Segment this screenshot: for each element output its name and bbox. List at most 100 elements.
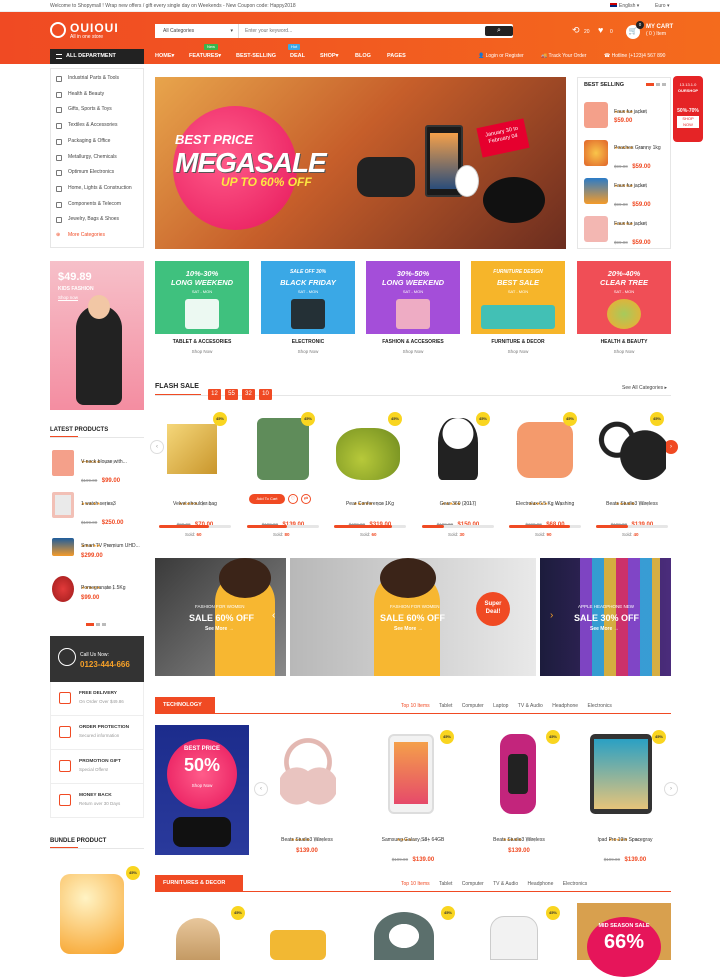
towel-image[interactable] xyxy=(270,930,326,960)
hero-pagination[interactable] xyxy=(341,238,377,249)
latest-product[interactable]: ★★★★★ ( 20 ) V-neck blouse with... $199.… xyxy=(50,448,144,484)
tech-product[interactable]: 45% ★★★★☆ ( 58 ) Samsung Galaxy S8+ 64GB… xyxy=(368,730,458,863)
sidebar-item-components[interactable]: Components & Telecom xyxy=(51,197,145,213)
product-name[interactable]: Beats Studio3 Wireless xyxy=(474,837,564,843)
flash-product[interactable]: 45% ★★★★★ ( 10 ) Gear 360 (2017) $199.00… xyxy=(418,412,498,544)
search-category-select[interactable]: All Categories ▾ xyxy=(155,24,239,38)
all-department-button[interactable]: ALL DEPARTMENT xyxy=(50,49,144,64)
tab-electronics[interactable]: Electronics xyxy=(587,703,611,709)
tab-headphone[interactable]: Headphone xyxy=(528,881,554,887)
latest-product[interactable]: ★★★★★ ( 10 ) 1 watch series3 $199.00 $25… xyxy=(50,490,144,526)
kids-shop-link[interactable]: Shop now xyxy=(58,295,78,300)
best-selling-item[interactable]: ★★★★★ ( 40 ) Faux fur jacket $99.00 $59.… xyxy=(578,172,672,210)
chevron-right-icon[interactable]: › xyxy=(550,610,553,621)
category-fashion[interactable]: 30%-50% LONG WEEKEND SAT - MON FASHION & A… xyxy=(366,261,460,363)
technology-promo-banner[interactable]: BEST PRICE 50% Shop Now xyxy=(155,725,249,855)
language-selector[interactable]: English ▾ xyxy=(610,0,639,12)
promo-banner-fashion-wide[interactable]: FASHION FOR WOMEN SALE 60% OFF See More … xyxy=(272,558,536,676)
best-selling-item[interactable]: ★★★★★ ( 40 ) Peaches Granny 1kg $99.00 $… xyxy=(578,134,672,172)
kids-fashion-banner[interactable]: $49.89 KIDS FASHION Shop now xyxy=(50,261,144,410)
add-to-cart-button[interactable]: Add To Cart xyxy=(249,494,285,504)
shop-now-link[interactable]: Shop Now xyxy=(261,349,355,354)
category-label[interactable]: ELECTRONIC xyxy=(261,339,355,345)
shop-now-link[interactable]: Shop Now xyxy=(366,349,460,354)
tab-tablet[interactable]: Tablet xyxy=(439,881,452,887)
product-name[interactable]: Smart TV Premium UHD... xyxy=(81,543,140,549)
spa-product-image[interactable] xyxy=(60,874,124,954)
category-electronic[interactable]: SALE OFF 30% BLACK FRIDAY SAT - MON ELECTR… xyxy=(261,261,355,363)
tech-product[interactable]: 45% ★★★★★ ( 20 ) Beats Studio3 Wireless … xyxy=(474,730,564,858)
heart-icon[interactable]: ♥ xyxy=(598,25,603,35)
tab-electronics[interactable]: Electronics xyxy=(563,881,587,887)
product-name[interactable]: Faux fur jacket xyxy=(614,221,647,227)
search-button[interactable]: ⌕ xyxy=(485,26,513,36)
tech-product[interactable]: ★★★★★ ( 10 ) Beats Studio3 Wireless $139… xyxy=(262,730,352,858)
tab-tv-audio[interactable]: TV & Audio xyxy=(493,881,518,887)
nav-blog[interactable]: BLOG xyxy=(355,49,371,64)
nav-shop[interactable]: SHOP▾ xyxy=(320,49,338,64)
latest-product[interactable]: ★★★★★ ( 40 ) Pomegranate 1.5Kg $99.00 xyxy=(50,574,144,610)
best-selling-item[interactable]: ★★★★★ ( 40 ) Faux fur jacket $99.00 $59.… xyxy=(578,210,672,248)
product-name[interactable]: Pomegranate 1.5Kg xyxy=(81,585,125,591)
mid-season-sale-banner[interactable]: MID SEASON SALE 66% xyxy=(577,903,671,977)
sidebar-item-metallurgy[interactable]: Metallurgy, Chemicals xyxy=(51,150,145,166)
stool-image[interactable] xyxy=(176,918,220,960)
nav-deal[interactable]: DEAL xyxy=(290,49,305,64)
product-name[interactable]: Peaches Granny 1kg xyxy=(614,145,661,151)
product-name[interactable]: 1 watch series3 xyxy=(81,501,116,507)
flash-product[interactable]: 45% ★★★★★ ( 10 ) Beats Studio3 Wireless … xyxy=(592,412,672,544)
sidebar-item-health[interactable]: Health & Beauty xyxy=(51,87,145,103)
category-label[interactable]: HEALTH & BEAUTY xyxy=(577,339,671,345)
sidebar-item-industrial[interactable]: Industrial Parts & Tools xyxy=(51,71,145,87)
tab-headphone[interactable]: Headphone xyxy=(552,703,578,709)
login-link[interactable]: 👤 Login or Register xyxy=(478,49,524,64)
tab-tv-audio[interactable]: TV & Audio xyxy=(518,703,543,709)
category-furniture[interactable]: FURNITURE DESIGN BEST SALE SAT - MON FURNI… xyxy=(471,261,565,363)
nav-home[interactable]: HOME▾ xyxy=(155,49,174,64)
tab-computer[interactable]: Computer xyxy=(462,881,484,887)
chair-image[interactable] xyxy=(490,916,538,960)
flash-product[interactable]: 45% ★★★★★ ( 40 ) Electrolux 6.5 Kg Washi… xyxy=(505,412,585,544)
latest-product[interactable]: ★★★★★ ( 40 ) Smart TV Premium UHD... $29… xyxy=(50,532,144,568)
sidebar-item-electronics[interactable]: Optimum Electronics xyxy=(51,165,145,181)
product-name[interactable]: Electrolux 6.5 Kg Washing xyxy=(505,501,585,507)
currency-selector[interactable]: Euro ▾ xyxy=(655,0,669,12)
category-label[interactable]: TABLET & ACCESORIES xyxy=(155,339,249,345)
wishlist-icon[interactable]: ♡ xyxy=(288,494,298,504)
latest-pager[interactable] xyxy=(86,613,106,631)
product-name[interactable]: V-neck blouse with... xyxy=(81,459,127,465)
chevron-left-icon[interactable]: ‹ xyxy=(272,610,275,621)
mirror-image[interactable] xyxy=(374,912,434,960)
side-promo-badge[interactable]: 13.13.1.0 OURSHOP 50%-70% SHOP NOW xyxy=(673,76,703,142)
tech-product[interactable]: 45% ★★★★★ ( 58 ) Ipad Pro 10in Spacegray… xyxy=(580,730,670,863)
shop-now-link[interactable]: Shop Now xyxy=(155,349,249,354)
best-selling-pager[interactable] xyxy=(646,83,668,86)
search-input[interactable] xyxy=(245,24,475,38)
sidebar-item-gifts[interactable]: Gifts, Sports & Toys xyxy=(51,102,145,118)
sidebar-item-jewelry[interactable]: Jewelry, Bags & Shoes xyxy=(51,212,145,228)
tab-tablet[interactable]: Tablet xyxy=(439,703,452,709)
product-name[interactable]: Faux fur jacket xyxy=(614,109,647,115)
flash-product[interactable]: 45% Add To Cart ♡ ⇄ $199.00 $139.00 Sold… xyxy=(243,412,323,544)
cart-label[interactable]: MY CART( 0 ) Item xyxy=(646,24,673,38)
product-name[interactable]: Ipad Pro 10in Spacegray xyxy=(580,837,670,843)
compare-icon[interactable]: ⟲ xyxy=(572,25,580,36)
shop-now-link[interactable]: Shop Now xyxy=(155,783,249,788)
best-selling-item[interactable]: ★★★★★ ( 20 ) Faux fur jacket $59.00 xyxy=(578,96,672,134)
shop-now-link[interactable]: Shop Now xyxy=(577,349,671,354)
more-categories-link[interactable]: ⊕ More Categories xyxy=(51,228,145,244)
tab-computer[interactable]: Computer xyxy=(462,703,484,709)
product-name[interactable]: Beats Studio3 Wireless xyxy=(592,501,672,507)
category-tablet[interactable]: 10%-30% LONG WEEKEND SAT - MON TABLET & AC… xyxy=(155,261,249,363)
product-name[interactable]: Pear Conference 1Kg xyxy=(330,501,410,507)
call-us-phone[interactable]: 0123-444-666 xyxy=(80,660,130,669)
product-name[interactable]: Velvet shoulder bag xyxy=(155,501,235,507)
track-order-link[interactable]: 🚚 Track Your Order xyxy=(541,49,586,64)
category-label[interactable]: FASHION & ACCESORIES xyxy=(366,339,460,345)
sidebar-item-textiles[interactable]: Textiles & Accessories xyxy=(51,118,145,134)
promo-banner-fashion[interactable]: FASHION FOR WOMEN SALE 60% OFF See More … xyxy=(155,558,286,676)
flash-product[interactable]: 45% ★★★★★ ( 10 ) Pear Conference 1Kg $49… xyxy=(330,412,410,544)
category-label[interactable]: FURNITURE & DECOR xyxy=(471,339,565,345)
tab-top10[interactable]: Top 10 Items xyxy=(401,881,430,887)
sidebar-item-packaging[interactable]: Packaging & Office xyxy=(51,134,145,150)
